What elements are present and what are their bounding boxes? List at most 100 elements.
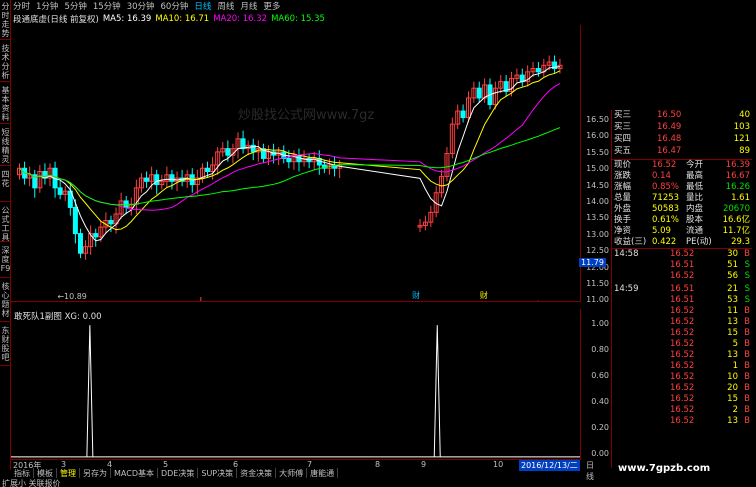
- tick-vol: 51: [727, 260, 738, 270]
- side-tab-0[interactable]: 分时走势: [0, 2, 11, 40]
- indicator-tab-0[interactable]: 指标: [11, 468, 34, 478]
- stat-value: 20670: [722, 204, 750, 214]
- indicator-tab-9[interactable]: 唐能通: [307, 468, 339, 478]
- candle: [199, 163, 205, 183]
- event-marker[interactable]: 财: [412, 290, 420, 300]
- tick-price: 16.52: [670, 405, 695, 415]
- candle: [525, 65, 531, 87]
- period-tab-2[interactable]: 5分钟: [64, 0, 86, 12]
- tick-price: 16.51: [670, 260, 695, 270]
- tick-side: B: [744, 394, 750, 404]
- ask-vol: 103: [733, 122, 750, 132]
- indicator-subchart[interactable]: [11, 309, 581, 459]
- indicator-tab-8[interactable]: 大师傅: [276, 468, 308, 478]
- candle: [332, 156, 338, 177]
- tick-price: 16.52: [670, 317, 695, 327]
- candle: [83, 240, 89, 260]
- stat-label: 量比: [686, 193, 704, 203]
- candle: [444, 146, 450, 182]
- tick-row: 16.52 5 B: [612, 339, 752, 350]
- indicator-tab-3[interactable]: 另存为: [80, 468, 111, 478]
- price-tick: 14.00: [586, 197, 609, 206]
- period-tab-5[interactable]: 60分钟: [161, 0, 189, 12]
- tick-price: 16.51: [670, 295, 695, 305]
- stat-row: 外盘 50583 内盘 20670: [612, 204, 752, 215]
- period-tab-1[interactable]: 1分钟: [36, 0, 58, 12]
- stat-label: 最低: [686, 182, 704, 192]
- tick-row: 16.52 2 B: [612, 405, 752, 416]
- stat-label: 现价: [614, 160, 632, 170]
- tick-price: 16.52: [670, 361, 695, 371]
- tick-price: 16.52: [670, 394, 695, 404]
- price-tick-label: 15.00: [586, 164, 609, 174]
- candle: [88, 225, 94, 255]
- price-tick: 16.50: [586, 115, 609, 124]
- side-tab-2[interactable]: 基本资料: [0, 86, 11, 124]
- side-tab-3[interactable]: 短线精灵: [0, 128, 11, 166]
- candle: [52, 161, 58, 198]
- tick-vol: 5: [732, 339, 738, 349]
- price-tick-label: 14.50: [586, 180, 609, 190]
- period-tab-8[interactable]: 月线: [240, 0, 257, 12]
- period-tab-6[interactable]: 日线: [194, 0, 211, 12]
- price-tick-label: 11.00: [586, 295, 609, 305]
- stat-row: 净资 5.09 流通 11.7亿: [612, 226, 752, 237]
- tick-row: 16.51 51 S: [612, 260, 752, 271]
- price-tick-label: 12.50: [586, 246, 609, 256]
- stat-value: 0.85%: [652, 182, 680, 192]
- event-marker[interactable]: 财: [480, 290, 488, 300]
- period-tab-0[interactable]: 分时: [13, 0, 30, 12]
- candle: [514, 68, 520, 84]
- stat-label: PE(动): [686, 237, 712, 247]
- indicator-tab-2[interactable]: 管理: [57, 468, 80, 478]
- tick-side: B: [744, 317, 750, 327]
- indicator-tab-7[interactable]: 资金决策: [237, 468, 277, 478]
- mouse-cursor: [537, 299, 540, 301]
- indicator-tab-1[interactable]: 模板: [34, 468, 57, 478]
- period-tab-4[interactable]: 30分钟: [127, 0, 155, 12]
- side-tab-7[interactable]: 核心题材: [0, 282, 11, 322]
- tick-side: B: [744, 328, 750, 338]
- side-tab-6[interactable]: 深度F9: [0, 246, 11, 278]
- tick-price: 16.52: [670, 328, 695, 338]
- tick-side: B: [744, 416, 750, 426]
- stat-row: 现价 16.52 今开 16.39: [612, 160, 752, 171]
- tick-price: 16.52: [670, 306, 695, 316]
- tick-price: 16.52: [670, 249, 695, 259]
- side-tab-1[interactable]: 技术分析: [0, 44, 11, 82]
- stat-value: 16.39: [725, 160, 750, 170]
- ask-vol: 89: [739, 146, 750, 156]
- stat-value: 16.6亿: [722, 215, 750, 225]
- indicator-tab-6[interactable]: SUP决策: [198, 468, 238, 478]
- ma20-value: MA20: 16.32: [213, 14, 268, 24]
- main-price-chart[interactable]: ←10.89 财 财: [11, 25, 581, 302]
- period-tab-3[interactable]: 15分钟: [93, 0, 121, 12]
- tick-vol: 15: [727, 328, 738, 338]
- period-tab-9[interactable]: 更多: [263, 0, 280, 12]
- status-bar: 扩展小 关联报价: [2, 479, 61, 487]
- subchart-tick: 0.20: [591, 423, 609, 432]
- price-tick: 11.00: [586, 295, 609, 304]
- side-tab-4[interactable]: 四花: [0, 170, 11, 202]
- candle: [93, 228, 99, 247]
- price-tick-label: 13.50: [586, 213, 609, 223]
- stat-row: 总量 71253 量比 1.61: [612, 193, 752, 204]
- indicator-tab-4[interactable]: MACD基本: [111, 468, 158, 478]
- date-axis: 2016年34567891011122016/12/13/二日线: [11, 459, 594, 481]
- side-tab-5[interactable]: 公式工具: [0, 206, 11, 242]
- tick-side: B: [744, 361, 750, 371]
- tick-price: 16.52: [670, 271, 695, 281]
- tick-row: 14:59 16.51 21 S: [612, 284, 752, 295]
- tick-row: 16.52 13 B: [612, 416, 752, 427]
- side-tab-8[interactable]: 东财股吧: [0, 326, 11, 366]
- subchart-axis: 1.00 0.80 0.60 0.40 0.20 0.00: [581, 309, 611, 459]
- stat-value: 16.26: [725, 182, 750, 192]
- price-tick: 11.50: [586, 279, 609, 288]
- stat-label: 外盘: [614, 204, 632, 214]
- signal-spike: [86, 325, 94, 457]
- candle: [519, 68, 525, 87]
- period-tab-7[interactable]: 周线: [217, 0, 234, 12]
- stat-value: 16.67: [725, 171, 750, 181]
- tick-side: B: [744, 306, 750, 316]
- indicator-tab-5[interactable]: DDE决策: [158, 468, 199, 478]
